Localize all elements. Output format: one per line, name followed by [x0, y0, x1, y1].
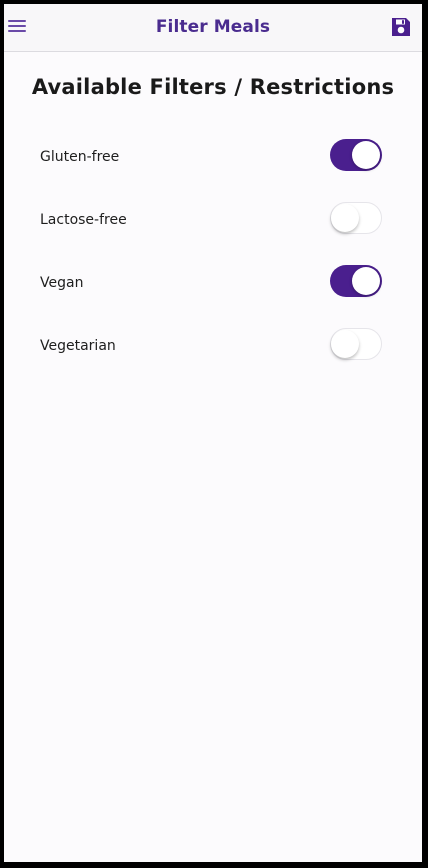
filter-row-vegan: Vegan [4, 264, 422, 304]
lactose-free-toggle[interactable] [330, 202, 382, 234]
filters-heading: Available Filters / Restrictions [31, 75, 395, 99]
vegan-toggle[interactable] [330, 265, 382, 297]
filter-label: Vegetarian [40, 338, 116, 354]
toggle-knob [352, 141, 380, 169]
gluten-free-toggle[interactable] [330, 139, 382, 171]
filter-row-lactose-free: Lactose-free [4, 201, 422, 241]
toggle-knob [352, 267, 380, 295]
filter-label: Lactose-free [40, 212, 127, 228]
vegetarian-toggle[interactable] [330, 328, 382, 360]
filter-row-gluten-free: Gluten-free [4, 138, 422, 178]
filter-label: Vegan [40, 275, 84, 291]
filter-row-vegetarian: Vegetarian [4, 327, 422, 367]
app-screen: Filter Meals Available Filters / Restric… [4, 4, 422, 862]
toggle-knob [331, 329, 359, 358]
save-button[interactable] [390, 16, 412, 38]
top-app-bar: Filter Meals [4, 4, 422, 52]
floppy-disk-icon [392, 18, 410, 36]
toggle-knob [331, 203, 359, 232]
filter-label: Gluten-free [40, 149, 120, 165]
page-title: Filter Meals [155, 17, 271, 37]
